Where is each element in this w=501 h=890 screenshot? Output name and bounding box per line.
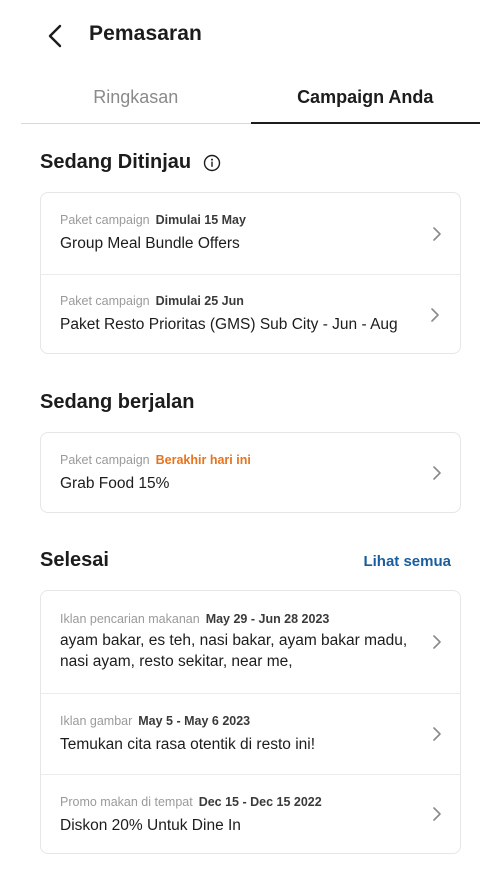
- page-title: Pemasaran: [89, 22, 202, 45]
- item-meta: Iklan pencarian makanan May 29 - Jun 28 …: [60, 612, 420, 626]
- item-meta: Paket campaign Dimulai 25 Jun: [60, 294, 422, 308]
- tab-your-campaigns[interactable]: Campaign Anda: [250, 72, 481, 124]
- item-status: Berakhir hari ini: [155, 453, 251, 467]
- review-card: Paket campaign Dimulai 15 May Group Meal…: [40, 192, 461, 354]
- item-date: May 29 - Jun 28 2023: [205, 612, 330, 626]
- item-date: Dimulai 15 May: [155, 213, 246, 227]
- item-meta: Paket campaign Dimulai 15 May: [60, 213, 420, 227]
- item-title: Paket Resto Prioritas (GMS) Sub City - J…: [60, 316, 398, 333]
- chevron-right-icon: [432, 726, 442, 742]
- item-meta: Promo makan di tempat Dec 15 - Dec 15 20…: [60, 795, 420, 809]
- item-type: Promo makan di tempat: [60, 795, 193, 809]
- item-type: Paket campaign: [60, 294, 150, 308]
- app-header: Pemasaran: [0, 0, 501, 72]
- item-date: Dimulai 25 Jun: [155, 294, 244, 308]
- item-meta: Paket campaign Berakhir hari ini: [60, 453, 420, 467]
- list-item[interactable]: Iklan gambar May 5 - May 6 2023 Temukan …: [41, 693, 460, 774]
- item-type: Paket campaign: [60, 453, 150, 467]
- item-date: May 5 - May 6 2023: [138, 714, 251, 728]
- item-date: Dec 15 - Dec 15 2022: [198, 795, 322, 809]
- list-item[interactable]: Paket campaign Dimulai 25 Jun Paket Rest…: [41, 274, 460, 354]
- see-all-link[interactable]: Lihat semua: [363, 553, 451, 570]
- chevron-right-icon: [432, 226, 442, 242]
- item-meta: Iklan gambar May 5 - May 6 2023: [60, 714, 420, 728]
- section-title-running: Sedang berjalan: [40, 391, 195, 413]
- list-item[interactable]: Paket campaign Berakhir hari ini Grab Fo…: [41, 433, 460, 513]
- chevron-right-icon: [432, 806, 442, 822]
- chevron-right-icon: [432, 634, 442, 650]
- list-item[interactable]: Paket campaign Dimulai 15 May Group Meal…: [41, 193, 460, 274]
- item-title: Group Meal Bundle Offers: [60, 235, 240, 252]
- item-type: Iklan pencarian makanan: [60, 612, 200, 626]
- running-card: Paket campaign Berakhir hari ini Grab Fo…: [40, 432, 461, 513]
- chevron-right-icon: [430, 307, 440, 323]
- section-title-review-label: Sedang Ditinjau: [40, 151, 192, 173]
- item-type: Iklan gambar: [60, 714, 133, 728]
- item-title: Temukan cita rasa otentik di resto ini!: [60, 736, 316, 753]
- back-arrow-icon: [48, 24, 62, 48]
- item-title: Grab Food 15%: [60, 475, 170, 492]
- section-title-done: Selesai: [40, 549, 109, 571]
- info-icon[interactable]: [203, 154, 221, 172]
- tab-summary[interactable]: Ringkasan: [21, 72, 251, 123]
- done-card: Iklan pencarian makanan May 29 - Jun 28 …: [40, 590, 461, 854]
- back-button[interactable]: [38, 18, 72, 54]
- tab-bar: Ringkasan Campaign Anda: [21, 72, 480, 124]
- list-item[interactable]: Promo makan di tempat Dec 15 - Dec 15 20…: [41, 774, 460, 853]
- list-item[interactable]: Iklan pencarian makanan May 29 - Jun 28 …: [41, 591, 460, 693]
- chevron-right-icon: [432, 465, 442, 481]
- item-type: Paket campaign: [60, 213, 150, 227]
- section-title-review: Sedang Ditinjau: [40, 151, 221, 174]
- item-title: Diskon 20% Untuk Dine In: [60, 817, 241, 834]
- item-title: ayam bakar, es teh, nasi bakar, ayam bak…: [60, 632, 408, 670]
